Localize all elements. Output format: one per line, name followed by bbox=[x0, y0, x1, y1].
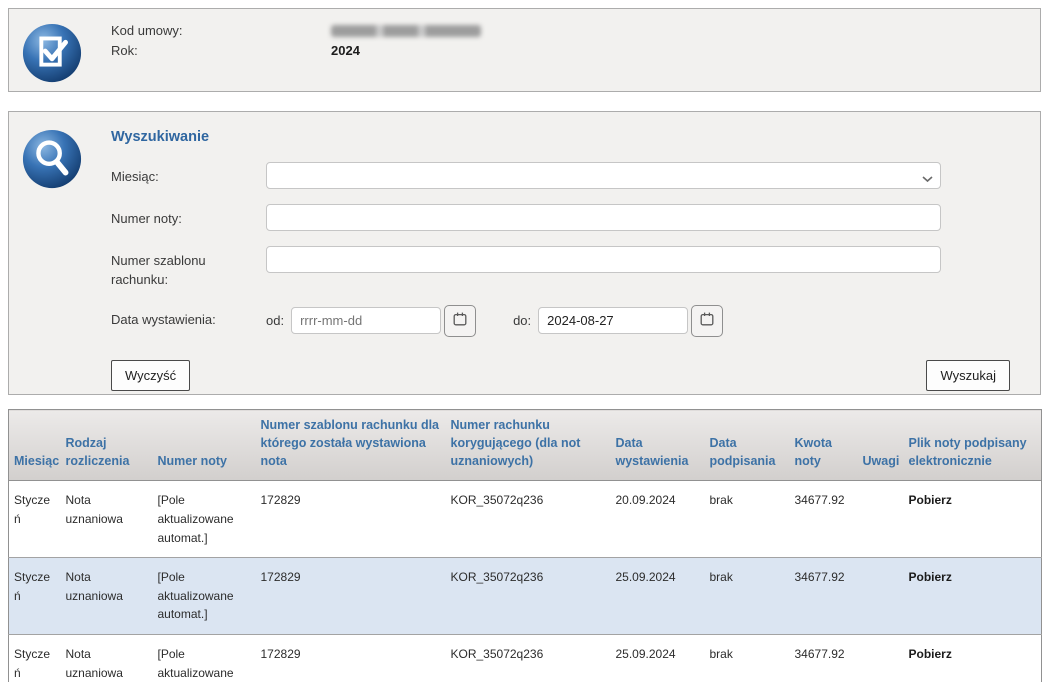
cell-data-wystawienia: 20.09.2024 bbox=[611, 481, 705, 558]
template-number-field-row: Numer szablonu rachunku: bbox=[111, 246, 1010, 290]
cell-kwota-noty: 34677.92 bbox=[790, 481, 858, 558]
cell-uwagi bbox=[858, 634, 904, 682]
col-header-miesiac: Miesiąc bbox=[9, 410, 61, 481]
month-label: Miesiąc: bbox=[111, 162, 266, 189]
date-from-input[interactable] bbox=[291, 307, 441, 334]
template-number-input[interactable] bbox=[266, 246, 941, 273]
cell-rodzaj-rozliczenia: Nota uznaniowa bbox=[61, 634, 153, 682]
col-header-plik-noty: Plik noty podpisany elektronicznie bbox=[904, 410, 1042, 481]
table-row[interactable]: Styczeń Nota uznaniowa [Pole aktualizowa… bbox=[9, 481, 1042, 558]
clear-button[interactable]: Wyczyść bbox=[111, 360, 190, 391]
year-label: Rok: bbox=[111, 41, 331, 61]
contract-info: Kod umowy: Rok: 2024 bbox=[111, 19, 481, 61]
note-number-label: Numer noty: bbox=[111, 204, 266, 231]
template-number-label: Numer szablonu rachunku: bbox=[111, 246, 266, 290]
table-row-selected[interactable]: Styczeń Nota uznaniowa [Pole aktualizowa… bbox=[9, 558, 1042, 635]
col-header-data-podpisania: Data podpisania bbox=[705, 410, 790, 481]
cell-kwota-noty: 34677.92 bbox=[790, 634, 858, 682]
cell-plik: Pobierz bbox=[904, 634, 1042, 682]
download-link[interactable]: Pobierz bbox=[909, 493, 952, 507]
contract-code-label: Kod umowy: bbox=[111, 21, 331, 41]
table-header-row: Miesiąc Rodzaj rozliczenia Numer noty Nu… bbox=[9, 410, 1042, 481]
note-number-input[interactable] bbox=[266, 204, 941, 231]
date-from-label: od: bbox=[266, 313, 284, 328]
cell-data-podpisania: brak bbox=[705, 634, 790, 682]
calendar-icon bbox=[699, 311, 715, 330]
col-header-numer-noty: Numer noty bbox=[153, 410, 256, 481]
cell-rodzaj-rozliczenia: Nota uznaniowa bbox=[61, 558, 153, 635]
search-button[interactable]: Wyszukaj bbox=[926, 360, 1010, 391]
cell-plik: Pobierz bbox=[904, 558, 1042, 635]
col-header-numer-szablonu: Numer szablonu rachunku dla którego zost… bbox=[256, 410, 446, 481]
note-number-field-row: Numer noty: bbox=[111, 204, 1010, 231]
cell-numer-szablonu: 172829 bbox=[256, 558, 446, 635]
contract-code-row: Kod umowy: bbox=[111, 21, 481, 41]
month-select-wrap bbox=[266, 162, 941, 189]
cell-numer-noty: [Pole aktualizowane automat.] bbox=[153, 558, 256, 635]
contract-code-redacted-value bbox=[331, 25, 481, 37]
search-buttons-row: Wyczyść Wyszukaj bbox=[111, 360, 1010, 391]
cell-numer-szablonu: 172829 bbox=[256, 634, 446, 682]
month-select[interactable] bbox=[266, 162, 941, 189]
document-check-icon bbox=[21, 22, 83, 84]
page: Kod umowy: Rok: 2024 bbox=[0, 0, 1049, 682]
date-from-calendar-button[interactable] bbox=[444, 305, 476, 337]
issue-date-controls: od: do: bbox=[266, 305, 723, 337]
cell-numer-noty: [Pole aktualizowane automat.] bbox=[153, 481, 256, 558]
col-header-numer-rachunku-koryg: Numer rachunku korygującego (dla not uzn… bbox=[446, 410, 611, 481]
cell-numer-szablonu: 172829 bbox=[256, 481, 446, 558]
cell-numer-noty: [Pole aktualizowane automat.] bbox=[153, 634, 256, 682]
date-to-label: do: bbox=[513, 313, 531, 328]
issue-date-label: Data wystawienia: bbox=[111, 305, 266, 337]
month-field-row: Miesiąc: bbox=[111, 162, 1010, 189]
calendar-icon bbox=[452, 311, 468, 330]
col-header-rodzaj-rozliczenia: Rodzaj rozliczenia bbox=[61, 410, 153, 481]
cell-kwota-noty: 34677.92 bbox=[790, 558, 858, 635]
search-title: Wyszukiwanie bbox=[111, 129, 1010, 145]
cell-data-wystawienia: 25.09.2024 bbox=[611, 634, 705, 682]
table-row[interactable]: Styczeń Nota uznaniowa [Pole aktualizowa… bbox=[9, 634, 1042, 682]
download-link[interactable]: Pobierz bbox=[909, 647, 952, 661]
cell-numer-rachunku-koryg: KOR_35072q236 bbox=[446, 558, 611, 635]
cell-data-podpisania: brak bbox=[705, 481, 790, 558]
cell-miesiac: Styczeń bbox=[9, 558, 61, 635]
cell-plik: Pobierz bbox=[904, 481, 1042, 558]
cell-numer-rachunku-koryg: KOR_35072q236 bbox=[446, 481, 611, 558]
notes-table: Miesiąc Rodzaj rozliczenia Numer noty Nu… bbox=[8, 409, 1042, 682]
date-to-calendar-button[interactable] bbox=[691, 305, 723, 337]
magnifier-icon bbox=[21, 128, 83, 190]
col-header-data-wystawienia: Data wystawienia bbox=[611, 410, 705, 481]
cell-miesiac: Styczeń bbox=[9, 634, 61, 682]
col-header-uwagi: Uwagi bbox=[858, 410, 904, 481]
search-form: Wyszukiwanie Miesiąc: Numer noty: Numer … bbox=[111, 125, 1010, 391]
issue-date-field-row: Data wystawienia: od: bbox=[111, 305, 1010, 337]
year-value: 2024 bbox=[331, 41, 360, 61]
cell-data-wystawienia: 25.09.2024 bbox=[611, 558, 705, 635]
cell-rodzaj-rozliczenia: Nota uznaniowa bbox=[61, 481, 153, 558]
cell-data-podpisania: brak bbox=[705, 558, 790, 635]
date-to-input[interactable] bbox=[538, 307, 688, 334]
cell-miesiac: Styczeń bbox=[9, 481, 61, 558]
col-header-kwota-noty: Kwota noty bbox=[790, 410, 858, 481]
contract-info-panel: Kod umowy: Rok: 2024 bbox=[8, 8, 1041, 92]
cell-numer-rachunku-koryg: KOR_35072q236 bbox=[446, 634, 611, 682]
template-number-control bbox=[266, 246, 941, 290]
cell-uwagi bbox=[858, 558, 904, 635]
year-row: Rok: 2024 bbox=[111, 41, 481, 61]
download-link[interactable]: Pobierz bbox=[909, 570, 952, 584]
cell-uwagi bbox=[858, 481, 904, 558]
note-number-control bbox=[266, 204, 941, 231]
search-panel: Wyszukiwanie Miesiąc: Numer noty: Numer … bbox=[8, 111, 1041, 395]
